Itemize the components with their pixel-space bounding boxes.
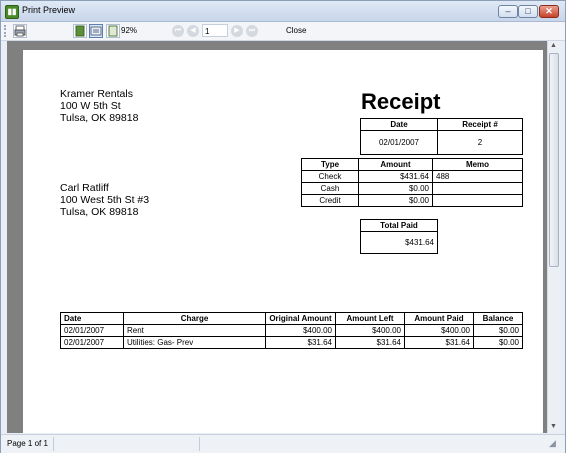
receipt-page: Kramer Rentals 100 W 5th St Tulsa, OK 89…: [23, 50, 543, 433]
zoom-level[interactable]: 92%: [121, 24, 153, 38]
tenant-name: Carl Ratliff: [60, 182, 109, 194]
preview-area[interactable]: Kramer Rentals 100 W 5th St Tulsa, OK 89…: [7, 41, 547, 433]
tenant-street: 100 West 5th St #3: [60, 194, 150, 206]
total-paid-table: Total Paid $431.64: [360, 219, 438, 254]
page-number-input[interactable]: 1: [202, 24, 228, 37]
payment-amount: $0.00: [358, 182, 433, 195]
tenant-address: Carl Ratliff 100 West 5th St #3 Tulsa, O…: [60, 182, 149, 218]
receipt-info-table: Date Receipt # 02/01/2007 2: [360, 118, 523, 155]
landlord-street: 100 W 5th St: [60, 100, 121, 112]
amount-paid-header: Amount Paid: [404, 312, 474, 325]
payment-memo: [432, 194, 523, 207]
charge-date-header: Date: [60, 312, 124, 325]
original-amount-header: Original Amount: [265, 312, 336, 325]
landlord-city: Tulsa, OK 89818: [60, 112, 139, 124]
amount-left-header: Amount Left: [335, 312, 405, 325]
table-row: Credit $0.00: [301, 194, 523, 207]
charge-date: 02/01/2007: [60, 336, 124, 349]
landlord-address: Kramer Rentals 100 W 5th St Tulsa, OK 89…: [60, 88, 138, 124]
charge-amount-left: $400.00: [335, 324, 405, 337]
table-row: Cash $0.00: [301, 182, 523, 195]
total-paid-amount: $431.64: [360, 231, 438, 254]
toolbar-grip: [4, 25, 9, 37]
payment-type-header: Type: [301, 158, 359, 171]
last-page-icon[interactable]: ⏭: [246, 25, 258, 37]
charges-table: Date Charge Original Amount Amount Left …: [60, 312, 523, 349]
maximize-button[interactable]: □: [518, 5, 538, 18]
print-preview-window: ▮▮ Print Preview – □ ✕ 92% ⏮ ◀ 1 ▶ ⏭ Clo…: [0, 0, 566, 453]
table-row: Check $431.64 488: [301, 170, 523, 183]
previous-page-icon[interactable]: ◀: [187, 25, 199, 37]
next-page-icon[interactable]: ▶: [231, 25, 243, 37]
window-title: Print Preview: [22, 5, 76, 15]
charge-balance: $0.00: [473, 336, 523, 349]
payment-memo: [432, 182, 523, 195]
table-row: 02/01/2007 Rent $400.00 $400.00 $400.00 …: [60, 324, 523, 337]
charge-original-amount: $31.64: [265, 336, 336, 349]
whole-page-view-icon[interactable]: [106, 24, 120, 38]
charge-date: 02/01/2007: [60, 324, 124, 337]
payment-amount: $431.64: [358, 170, 433, 183]
app-icon: ▮▮: [5, 5, 19, 19]
payment-memo-header: Memo: [432, 158, 523, 171]
charge-name: Utilities: Gas- Prev: [123, 336, 266, 349]
single-page-view-icon[interactable]: [73, 24, 87, 38]
payment-type: Cash: [301, 182, 359, 195]
charge-balance: $0.00: [473, 324, 523, 337]
charge-name-header: Charge: [123, 312, 266, 325]
scroll-up-icon[interactable]: ▲: [550, 42, 557, 49]
status-bar: Page 1 of 1 ◢: [1, 434, 565, 453]
close-window-button[interactable]: ✕: [539, 5, 559, 18]
table-row: 02/01/2007 Utilities: Gas- Prev $31.64 $…: [60, 336, 523, 349]
receipt-title: Receipt: [361, 89, 441, 114]
charge-name: Rent: [123, 324, 266, 337]
payment-amount: $0.00: [358, 194, 433, 207]
scroll-down-icon[interactable]: ▼: [550, 423, 557, 430]
scrollbar-thumb[interactable]: [549, 53, 559, 267]
tenant-city: Tulsa, OK 89818: [60, 206, 139, 218]
page-status: Page 1 of 1: [7, 439, 48, 448]
resize-grip-icon[interactable]: ◢: [549, 438, 556, 449]
payment-type: Credit: [301, 194, 359, 207]
total-paid-header: Total Paid: [360, 219, 438, 232]
receipt-number-header: Receipt #: [437, 118, 523, 131]
status-divider: [53, 437, 54, 451]
title-bar: ▮▮ Print Preview – □ ✕: [1, 1, 565, 22]
close-button[interactable]: Close: [286, 24, 306, 38]
date-header: Date: [360, 118, 438, 131]
status-divider: [199, 437, 200, 451]
payment-memo: 488: [432, 170, 523, 183]
receipt-date: 02/01/2007: [360, 130, 438, 155]
payment-table: Type Amount Memo Check $431.64 488 Cash …: [301, 158, 523, 207]
minimize-button[interactable]: –: [498, 5, 518, 18]
first-page-icon[interactable]: ⏮: [172, 25, 184, 37]
landlord-name: Kramer Rentals: [60, 88, 133, 100]
charge-amount-paid: $31.64: [404, 336, 474, 349]
toolbar: 92% ⏮ ◀ 1 ▶ ⏭ Close: [1, 22, 565, 41]
charge-original-amount: $400.00: [265, 324, 336, 337]
page-width-view-icon[interactable]: [89, 24, 103, 38]
payment-amount-header: Amount: [358, 158, 433, 171]
receipt-number: 2: [437, 130, 523, 155]
charge-amount-left: $31.64: [335, 336, 405, 349]
vertical-scrollbar[interactable]: ▲ ▼: [547, 41, 560, 433]
payment-type: Check: [301, 170, 359, 183]
balance-header: Balance: [473, 312, 523, 325]
print-icon[interactable]: [13, 24, 27, 38]
charge-amount-paid: $400.00: [404, 324, 474, 337]
